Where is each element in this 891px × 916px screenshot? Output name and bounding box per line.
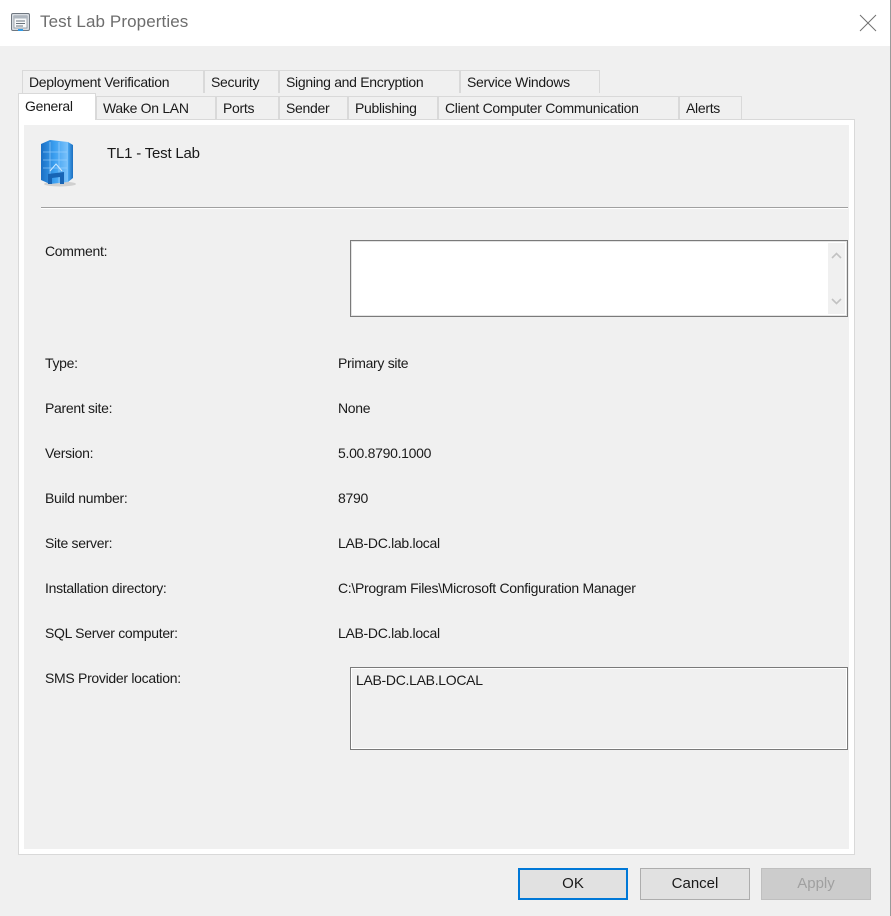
type-label: Type: [45,355,78,371]
sms-provider-location-label: SMS Provider location: [45,670,181,686]
close-button[interactable] [845,0,891,46]
sms-provider-list[interactable]: LAB-DC.LAB.LOCAL [350,667,848,750]
tab-general[interactable]: General [18,93,96,120]
header-separator [41,207,848,209]
type-value: Primary site [338,355,409,371]
tab-ports[interactable]: Ports [216,96,279,119]
scroll-down-arrow-icon[interactable] [828,293,845,310]
tab-security[interactable]: Security [204,70,279,93]
tab-service-windows[interactable]: Service Windows [460,70,600,93]
sql-server-computer-label: SQL Server computer: [45,625,178,641]
comment-input[interactable] [353,243,825,314]
tab-client-computer-communication[interactable]: Client Computer Communication [438,96,679,119]
apply-button[interactable]: Apply [761,868,871,900]
tab-signing-and-encryption[interactable]: Signing and Encryption [279,70,460,93]
site-server-icon [38,138,78,188]
window-title: Test Lab Properties [40,12,189,31]
parent-site-label: Parent site: [45,400,113,416]
tab-sender[interactable]: Sender [279,96,348,119]
comment-scrollbar[interactable] [828,243,845,314]
installation-directory-label: Installation directory: [45,580,167,596]
cancel-button[interactable]: Cancel [640,868,750,900]
site-server-label: Site server: [45,535,113,551]
sql-server-computer-value: LAB-DC.lab.local [338,625,440,641]
tab-alerts[interactable]: Alerts [679,96,742,119]
tab-wake-on-lan[interactable]: Wake On LAN [96,96,216,119]
tab-deployment-verification[interactable]: Deployment Verification [22,70,204,93]
scroll-up-arrow-icon[interactable] [828,248,845,265]
close-icon [859,14,877,32]
site-server-value: LAB-DC.lab.local [338,535,440,551]
sms-provider-item[interactable]: LAB-DC.LAB.LOCAL [356,672,483,688]
properties-sheet-icon [11,13,30,31]
build-number-value: 8790 [338,490,368,506]
comment-field[interactable] [350,240,848,317]
parent-site-value: None [338,400,371,416]
build-number-label: Build number: [45,490,128,506]
tab-publishing[interactable]: Publishing [348,96,438,119]
installation-directory-value: C:\Program Files\Microsoft Configuration… [338,580,636,596]
ok-button[interactable]: OK [518,868,628,900]
version-value: 5.00.8790.1000 [338,445,432,461]
comment-label: Comment: [45,243,108,259]
version-label: Version: [45,445,94,461]
site-name: TL1 - Test Lab [107,145,200,162]
title-bar: Test Lab Properties [0,0,891,46]
